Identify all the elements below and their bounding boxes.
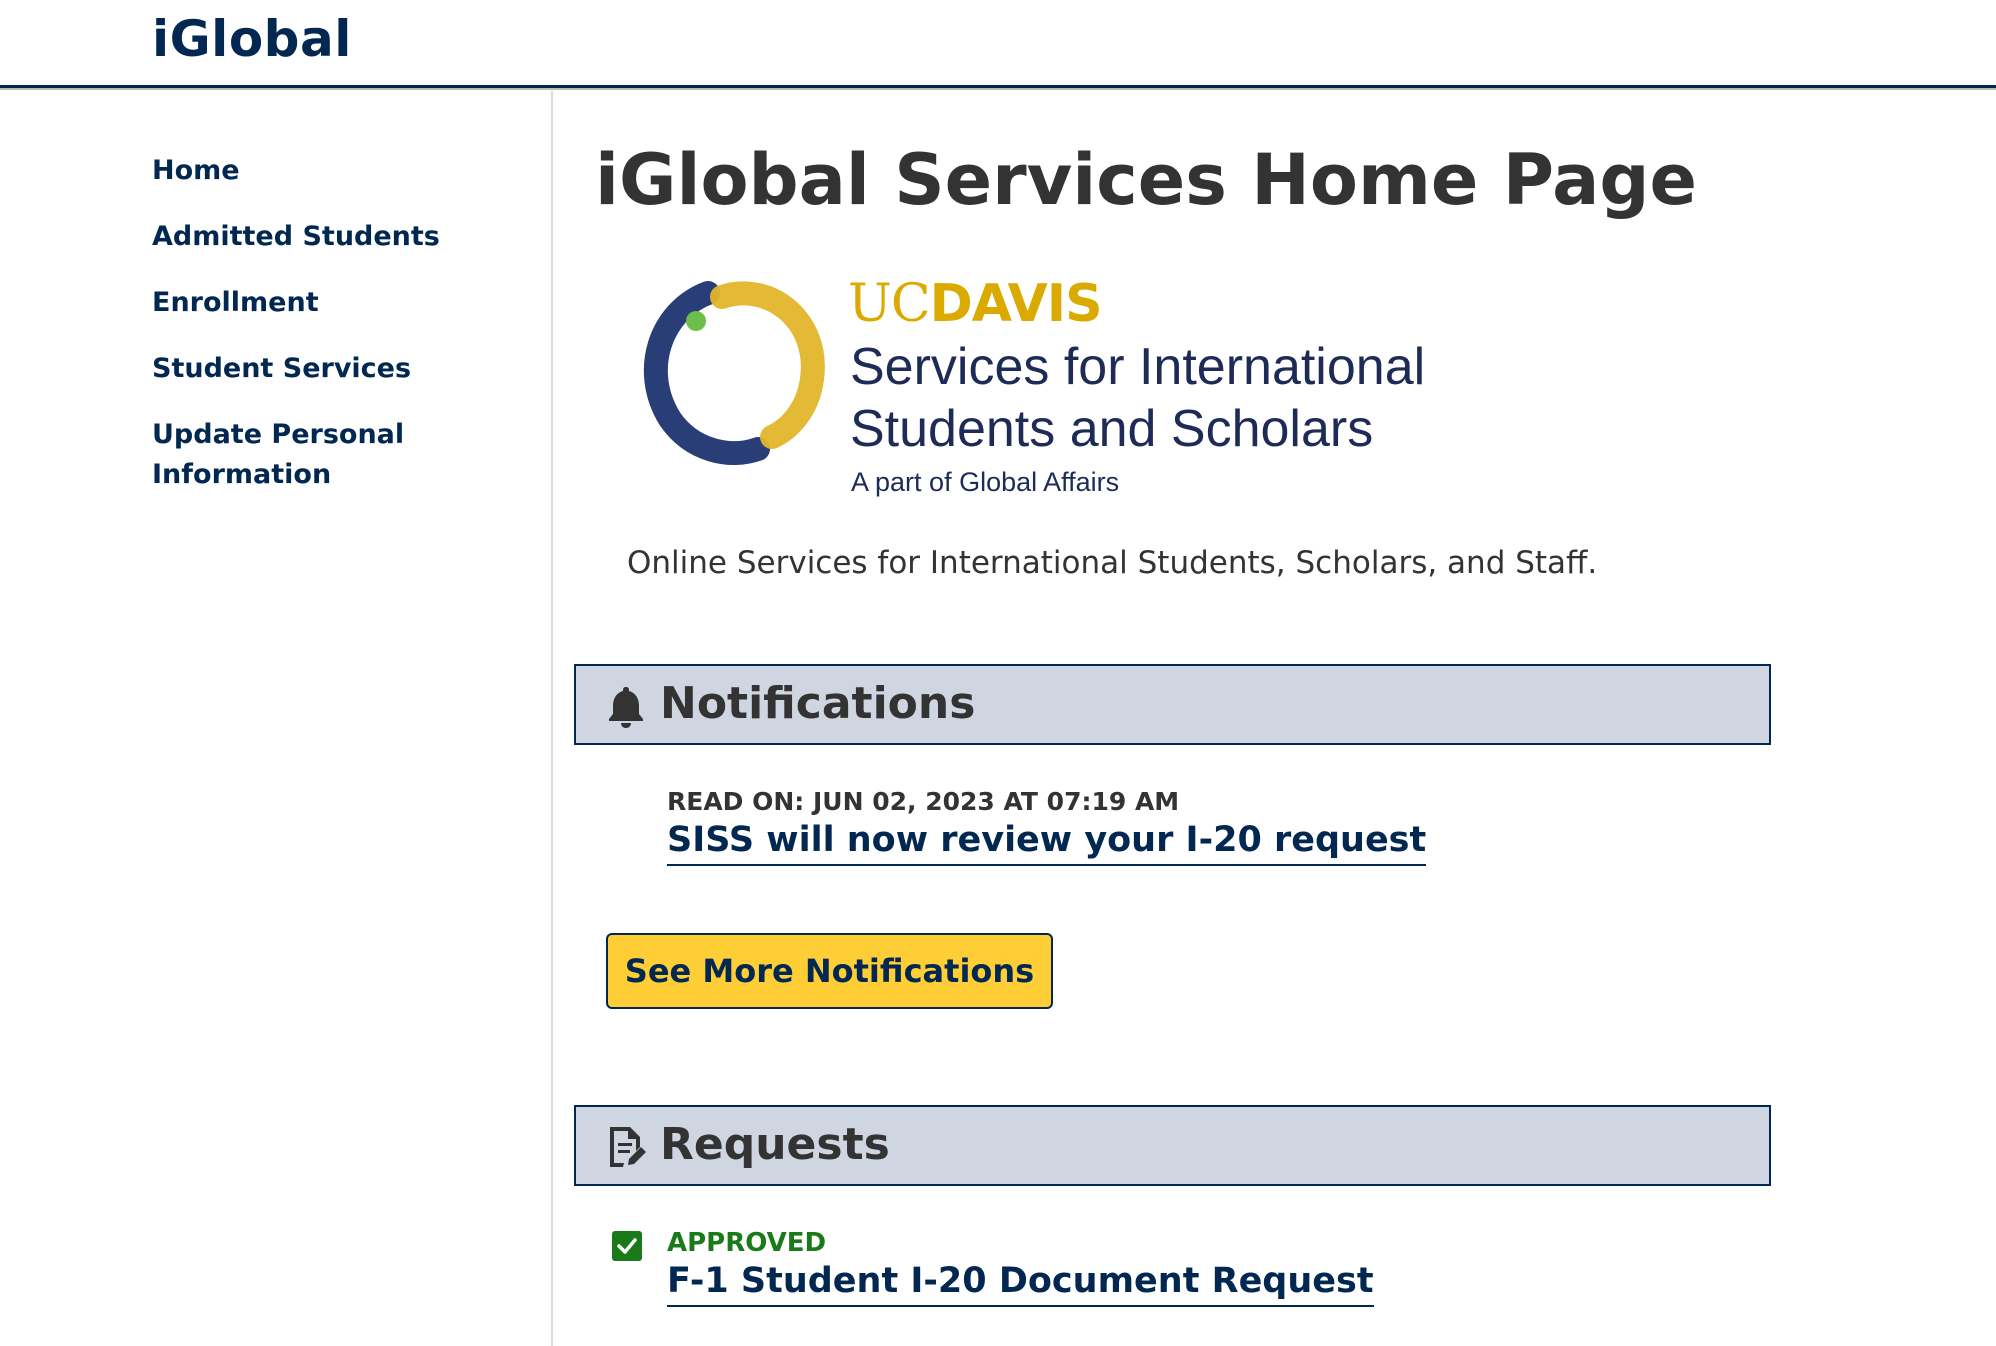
siss-logo: UCDAVIS Services for International Stude…	[630, 271, 1530, 501]
request-status-badge: APPROVED	[667, 1228, 827, 1258]
logo-subtitle: A part of Global Affairs	[851, 467, 1120, 497]
sidebar-link-enrollment[interactable]: Enrollment	[152, 283, 482, 323]
page-title: iGlobal Services Home Page	[595, 139, 1697, 221]
logo-ring-icon	[643, 281, 825, 466]
main-content: iGlobal Services Home Page UCDAVIS Servi…	[555, 91, 1996, 1346]
logo-davis-text: DAVIS	[929, 274, 1103, 334]
sidebar-item-student-services: Student Services	[152, 349, 482, 389]
document-edit-icon	[610, 1127, 646, 1167]
notifications-title: Notifications	[660, 678, 976, 729]
intro-text: Online Services for International Studen…	[627, 545, 1598, 581]
notifications-header: Notifications	[574, 664, 1771, 745]
logo-ucdavis-wordmark: UCDAVIS	[848, 273, 1103, 334]
requests-title: Requests	[660, 1119, 890, 1170]
sidebar: Home Admitted Students Enrollment Studen…	[0, 91, 553, 1346]
request-link[interactable]: F-1 Student I-20 Document Request	[667, 1261, 1374, 1307]
checkbox-checked-icon	[612, 1231, 642, 1261]
logo-line-2: Students and Scholars	[850, 400, 1374, 458]
sidebar-nav: Home Admitted Students Enrollment Studen…	[152, 151, 482, 521]
sidebar-item-admitted-students: Admitted Students	[152, 217, 482, 257]
logo-uc-text: UC	[848, 274, 931, 334]
requests-header: Requests	[574, 1105, 1771, 1186]
notification-read-timestamp: READ ON: JUN 02, 2023 AT 07:19 AM	[667, 787, 1180, 816]
logo-line-1: Services for International	[850, 338, 1426, 396]
top-bar: iGlobal	[0, 0, 1996, 88]
notification-link[interactable]: SISS will now review your I-20 request	[667, 820, 1427, 866]
bell-icon	[609, 687, 643, 728]
sidebar-link-admitted-students[interactable]: Admitted Students	[152, 217, 482, 257]
see-more-notifications-button[interactable]: See More Notifications	[606, 933, 1053, 1009]
sidebar-item-enrollment: Enrollment	[152, 283, 482, 323]
sidebar-item-home: Home	[152, 151, 482, 191]
sidebar-link-home[interactable]: Home	[152, 151, 482, 191]
sidebar-item-update-personal-information: Update Personal Information	[152, 415, 482, 495]
sidebar-link-update-personal-information[interactable]: Update Personal Information	[152, 415, 482, 495]
sidebar-link-student-services[interactable]: Student Services	[152, 349, 482, 389]
brand-link[interactable]: iGlobal	[152, 10, 352, 68]
